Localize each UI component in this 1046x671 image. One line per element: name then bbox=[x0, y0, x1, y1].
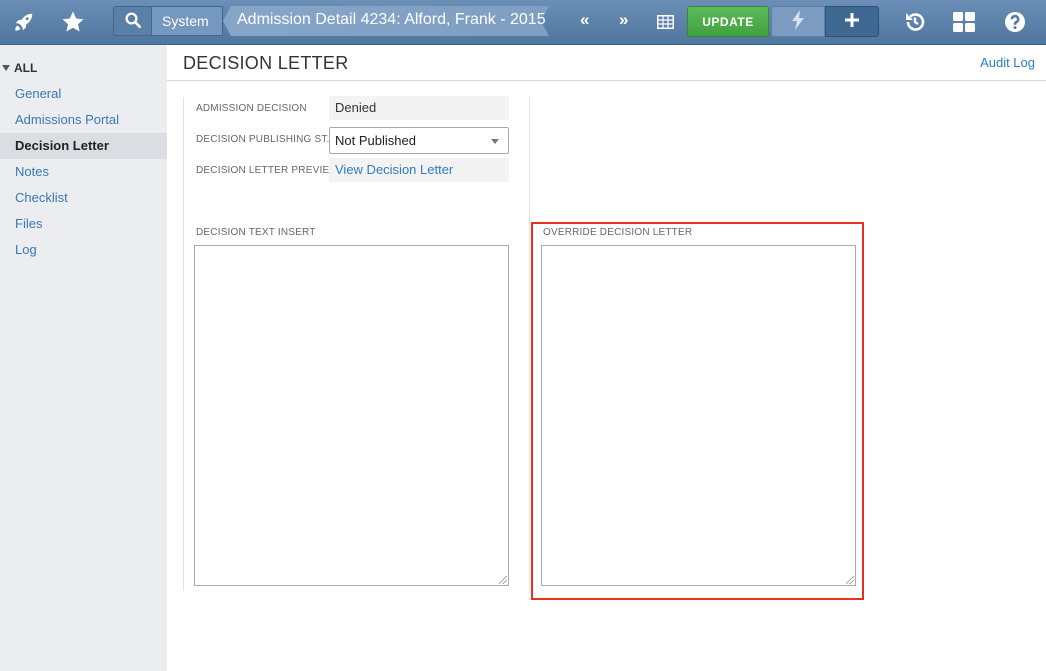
star-icon[interactable] bbox=[59, 0, 87, 44]
rocket-icon[interactable] bbox=[10, 0, 38, 44]
page-title: DECISION LETTER bbox=[183, 53, 349, 73]
search-button[interactable] bbox=[113, 6, 152, 36]
search-icon bbox=[124, 11, 142, 32]
publishing-status-select[interactable]: Not Published bbox=[329, 127, 509, 154]
sidebar-item-checklist[interactable]: Checklist bbox=[0, 185, 167, 211]
sidebar-item-general[interactable]: General bbox=[0, 81, 167, 107]
help-icon[interactable] bbox=[1002, 0, 1028, 44]
header-divider bbox=[167, 80, 1046, 81]
chevron-down-icon bbox=[491, 139, 499, 144]
top-toolbar: System Admission Detail 4234: Alford, Fr… bbox=[0, 0, 1046, 45]
previous-record-button[interactable]: « bbox=[580, 10, 589, 30]
left-column-divider bbox=[183, 97, 184, 591]
bolt-icon bbox=[791, 10, 805, 33]
override-decision-letter-label: OVERRIDE DECISION LETTER bbox=[543, 227, 693, 238]
quick-actions-button[interactable] bbox=[771, 6, 825, 37]
sidebar-root[interactable]: ALL bbox=[2, 61, 37, 75]
grid-icon[interactable] bbox=[654, 0, 676, 44]
column-divider bbox=[529, 97, 530, 591]
caret-down-icon bbox=[2, 65, 10, 71]
audit-log-link[interactable]: Audit Log bbox=[980, 55, 1035, 70]
breadcrumb-system[interactable]: System bbox=[151, 6, 223, 36]
sidebar-item-notes[interactable]: Notes bbox=[0, 159, 167, 185]
breadcrumb-system-label: System bbox=[162, 13, 209, 29]
sidebar-item-log[interactable]: Log bbox=[0, 237, 167, 263]
plus-icon bbox=[844, 12, 860, 31]
sidebar: ALL General Admissions Portal Decision L… bbox=[0, 45, 167, 671]
admission-decision-value: Denied bbox=[329, 96, 509, 120]
dashboard-icon[interactable] bbox=[951, 0, 977, 44]
sidebar-item-admissions-portal[interactable]: Admissions Portal bbox=[0, 107, 167, 133]
decision-letter-preview-label: DECISION LETTER PREVIEW bbox=[196, 165, 339, 176]
sidebar-item-decision-letter[interactable]: Decision Letter bbox=[0, 133, 167, 159]
decision-text-insert-textarea[interactable] bbox=[194, 245, 509, 586]
decision-text-insert-label: DECISION TEXT INSERT bbox=[196, 227, 316, 238]
view-decision-letter-link[interactable]: View Decision Letter bbox=[335, 162, 453, 177]
resize-grip-icon[interactable] bbox=[499, 576, 507, 584]
next-record-button[interactable]: » bbox=[619, 10, 628, 30]
record-title: Admission Detail 4234: Alford, Frank - 2… bbox=[237, 11, 546, 28]
admission-decision-label: ADMISSION DECISION bbox=[196, 103, 307, 114]
history-icon[interactable] bbox=[902, 0, 928, 44]
decision-letter-preview-field: View Decision Letter bbox=[329, 158, 509, 182]
sidebar-item-files[interactable]: Files bbox=[0, 211, 167, 237]
update-button[interactable]: UPDATE bbox=[687, 6, 769, 37]
publishing-status-value: Not Published bbox=[335, 133, 416, 148]
add-button[interactable] bbox=[825, 6, 879, 37]
override-decision-letter-textarea[interactable] bbox=[541, 245, 856, 586]
resize-grip-icon[interactable] bbox=[846, 576, 854, 584]
publishing-status-label: DECISION PUBLISHING ST... bbox=[196, 134, 336, 145]
sidebar-root-label: ALL bbox=[14, 61, 38, 75]
